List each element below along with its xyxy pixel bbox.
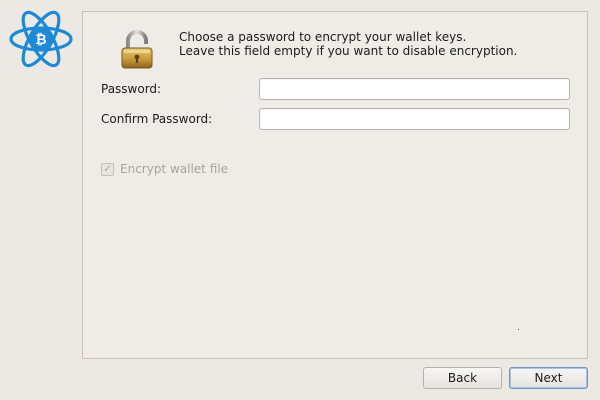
- confirm-password-label: Confirm Password:: [101, 112, 213, 126]
- encrypt-wallet-file-checkbox: ✓: [101, 162, 114, 176]
- encrypt-wallet-file-label: Encrypt wallet file: [120, 162, 228, 176]
- intro-line-1: Choose a password to encrypt your wallet…: [179, 30, 467, 44]
- wallet-wizard-window: ₿ Choose a password to encrypt your wall…: [0, 0, 600, 400]
- intro-line-2: Leave this field empty if you want to di…: [179, 44, 518, 58]
- intro-text: Choose a password to encrypt your wallet…: [179, 30, 517, 58]
- password-input[interactable]: [259, 78, 570, 100]
- next-button[interactable]: Next: [509, 367, 588, 389]
- confirm-password-input[interactable]: [259, 108, 570, 130]
- lock-icon: [119, 30, 157, 70]
- password-label: Password:: [101, 82, 162, 96]
- stray-pixel: [518, 329, 519, 330]
- back-button[interactable]: Back: [423, 367, 502, 389]
- wizard-content-panel: Choose a password to encrypt your wallet…: [82, 11, 588, 359]
- encrypt-wallet-file-option: ✓ Encrypt wallet file: [101, 162, 228, 176]
- svg-text:₿: ₿: [35, 32, 46, 48]
- electrum-bitcoin-logo-icon: ₿: [8, 8, 74, 70]
